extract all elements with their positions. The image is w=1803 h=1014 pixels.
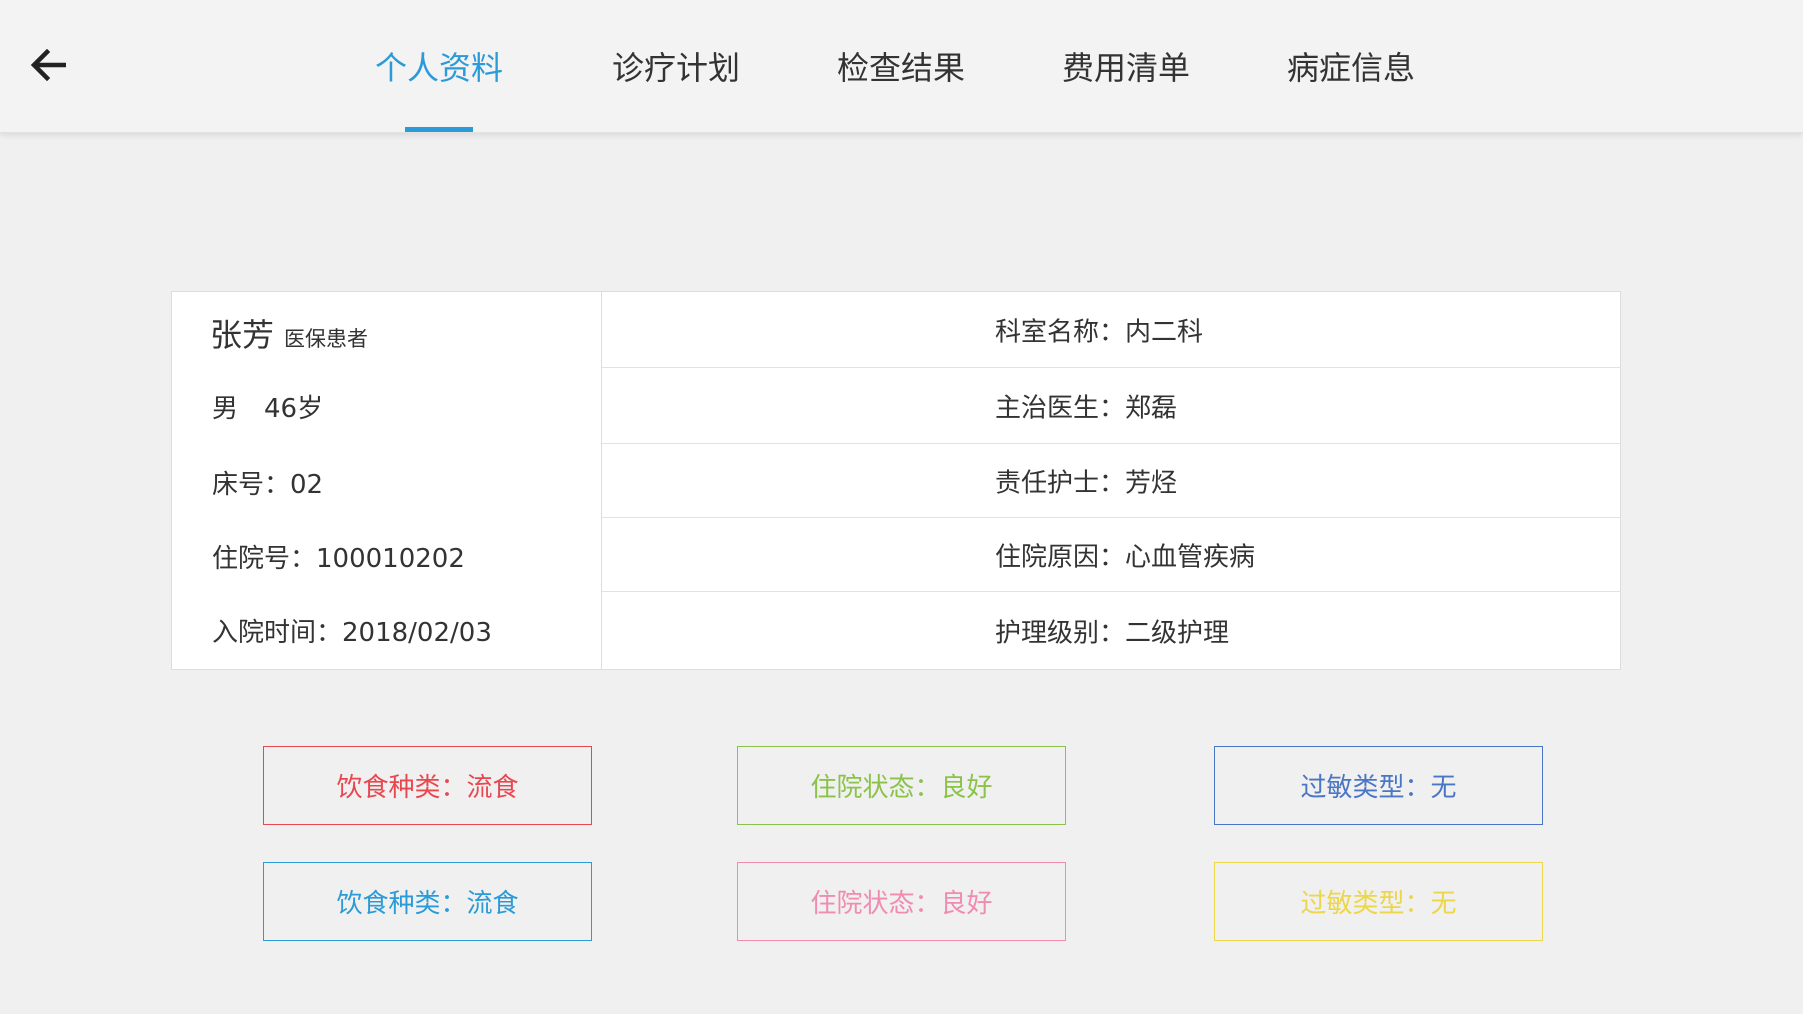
active-tab-indicator	[405, 127, 473, 132]
insurance-tag: 医保患者	[284, 327, 369, 351]
allergy-type-badge: 过敏类型：无	[1214, 746, 1543, 825]
status-label: 住院状态：良好	[810, 773, 993, 803]
bed-number: 床号：02	[212, 470, 324, 500]
detail-row: 主治医生：郑磊	[602, 368, 1620, 444]
responsible-nurse: 责任护士：芳烃	[995, 468, 1178, 498]
allergy-type-badge: 过敏类型：无	[1214, 862, 1543, 941]
detail-row: 科室名称：内二科	[602, 292, 1620, 368]
diet-type-badge: 饮食种类：流食	[263, 862, 592, 941]
detail-row: 住院原因：心血管疾病	[602, 518, 1620, 592]
attending-doctor: 主治医生：郑磊	[995, 393, 1178, 423]
status-label: 饮食种类：流食	[336, 773, 519, 803]
admission-number: 住院号：100010202	[212, 544, 465, 574]
tab-treatment-plan[interactable]: 诊疗计划	[605, 0, 747, 132]
tab-personal-info[interactable]: 个人资料	[368, 0, 510, 132]
diet-type-badge: 饮食种类：流食	[263, 746, 592, 825]
patient-name: 张芳	[210, 316, 275, 354]
tab-fee-list[interactable]: 费用清单	[1055, 0, 1197, 132]
patient-info-panel: 张芳 医保患者 男 46岁 床号：02 住院号：100010202 入院时间：2…	[171, 291, 1621, 670]
status-label: 过敏类型：无	[1300, 773, 1457, 803]
top-nav-bar: 个人资料 诊疗计划 检查结果 费用清单 病症信息	[0, 0, 1803, 133]
hospital-status-badge: 住院状态：良好	[737, 862, 1066, 941]
tab-label: 检查结果	[836, 49, 965, 87]
tab-label: 费用清单	[1061, 49, 1190, 87]
admission-time: 入院时间：2018/02/03	[212, 618, 492, 648]
hospital-status-badge: 住院状态：良好	[737, 746, 1066, 825]
admission-reason: 住院原因：心血管疾病	[995, 542, 1256, 572]
status-label: 过敏类型：无	[1300, 889, 1457, 919]
tab-label: 病症信息	[1286, 49, 1415, 87]
gender-age: 男 46岁	[212, 394, 324, 424]
tab-label: 诊疗计划	[611, 49, 740, 87]
status-label: 住院状态：良好	[810, 889, 993, 919]
care-level: 护理级别：二级护理	[995, 618, 1230, 648]
tab-label: 个人资料	[374, 49, 503, 87]
patient-summary: 张芳 医保患者 男 46岁 床号：02 住院号：100010202 入院时间：2…	[172, 292, 602, 669]
tab-bar: 个人资料 诊疗计划 检查结果 费用清单 病症信息	[0, 0, 1803, 132]
patient-details: 科室名称：内二科 主治医生：郑磊 责任护士：芳烃 住院原因：心血管疾病 护理级别…	[602, 292, 1620, 669]
tab-exam-results[interactable]: 检查结果	[830, 0, 972, 132]
tab-condition-info[interactable]: 病症信息	[1280, 0, 1422, 132]
detail-row: 责任护士：芳烃	[602, 444, 1620, 518]
patient-name-row: 张芳 医保患者	[210, 310, 368, 360]
department: 科室名称：内二科	[995, 317, 1204, 347]
status-label: 饮食种类：流食	[336, 889, 519, 919]
detail-row: 护理级别：二级护理	[602, 592, 1620, 669]
